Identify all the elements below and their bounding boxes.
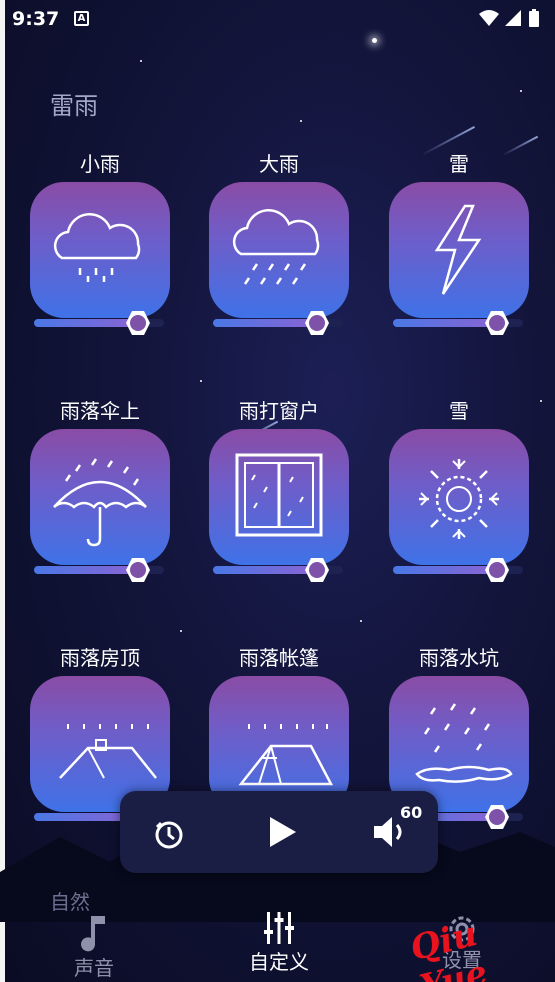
star	[540, 400, 542, 402]
sound-toggle-button[interactable]	[30, 429, 170, 565]
volume-slider[interactable]	[34, 308, 164, 338]
light-rain-cloud-icon	[53, 212, 141, 282]
window-rain-icon	[235, 453, 323, 537]
volume-slider[interactable]	[213, 308, 343, 338]
status-bar: 9:37 A	[0, 0, 555, 36]
slider-fill	[213, 319, 317, 327]
volume-slider[interactable]	[393, 555, 523, 585]
sound-label: 大雨	[259, 152, 299, 176]
signal-icon	[505, 10, 521, 26]
player-bar: 60	[120, 791, 438, 873]
sound-toggle-button[interactable]	[389, 182, 529, 318]
slider-thumb[interactable]	[303, 309, 331, 337]
sound-label: 雨落房顶	[60, 646, 140, 670]
section-title: 雷雨	[50, 92, 98, 120]
star	[300, 120, 302, 122]
sound-label: 雨落伞上	[60, 399, 140, 423]
nav-label-sound: 声音	[74, 956, 114, 980]
play-icon[interactable]	[268, 815, 298, 849]
nav-label-custom: 自定义	[249, 950, 309, 974]
sound-label: 小雨	[80, 152, 120, 176]
puddle-rain-icon	[415, 703, 513, 783]
sound-label: 雨落水坑	[419, 646, 499, 670]
wifi-icon	[479, 10, 499, 26]
slider-thumb[interactable]	[303, 556, 331, 584]
music-note-icon	[81, 916, 105, 952]
sound-label: 雨落帐篷	[239, 646, 319, 670]
lightning-icon	[434, 204, 482, 295]
star	[360, 620, 362, 622]
slider-fill	[34, 319, 138, 327]
star	[200, 380, 202, 382]
slider-thumb[interactable]	[483, 556, 511, 584]
status-time: 9:37	[12, 8, 60, 30]
snowflake-icon	[419, 459, 499, 539]
sound-toggle-button[interactable]	[389, 429, 529, 565]
sound-toggle-button[interactable]	[209, 182, 349, 318]
slider-thumb[interactable]	[124, 556, 152, 584]
slider-fill	[213, 566, 317, 574]
battery-icon	[529, 11, 539, 27]
star	[520, 90, 522, 92]
notification-icon: A	[74, 11, 89, 26]
slider-fill	[393, 566, 497, 574]
slider-thumb[interactable]	[124, 309, 152, 337]
volume-slider[interactable]	[34, 555, 164, 585]
heavy-rain-cloud-icon	[232, 208, 320, 285]
umbrella-rain-icon	[53, 458, 147, 547]
tent-rain-icon	[238, 724, 334, 786]
timer-icon[interactable]	[152, 817, 186, 851]
volume-slider[interactable]	[393, 308, 523, 338]
roof-rain-icon	[59, 724, 157, 779]
slider-fill	[34, 566, 138, 574]
star	[180, 630, 182, 632]
slider-thumb[interactable]	[483, 309, 511, 337]
nav-item-custom[interactable]: 自定义	[219, 894, 339, 975]
sound-toggle-button[interactable]	[209, 429, 349, 565]
nav-item-sound[interactable]: 声音	[34, 894, 154, 981]
slider-fill	[393, 319, 497, 327]
sound-label: 雷	[449, 152, 469, 176]
sound-label: 雪	[449, 399, 469, 423]
sliders-icon	[264, 912, 294, 944]
volume-value: 60	[400, 803, 423, 822]
star	[140, 60, 142, 62]
sound-toggle-button[interactable]	[30, 182, 170, 318]
status-icons	[479, 9, 539, 27]
sound-label: 雨打窗户	[239, 399, 319, 423]
star	[372, 38, 377, 43]
slider-thumb[interactable]	[483, 803, 511, 831]
volume-slider[interactable]	[213, 555, 343, 585]
